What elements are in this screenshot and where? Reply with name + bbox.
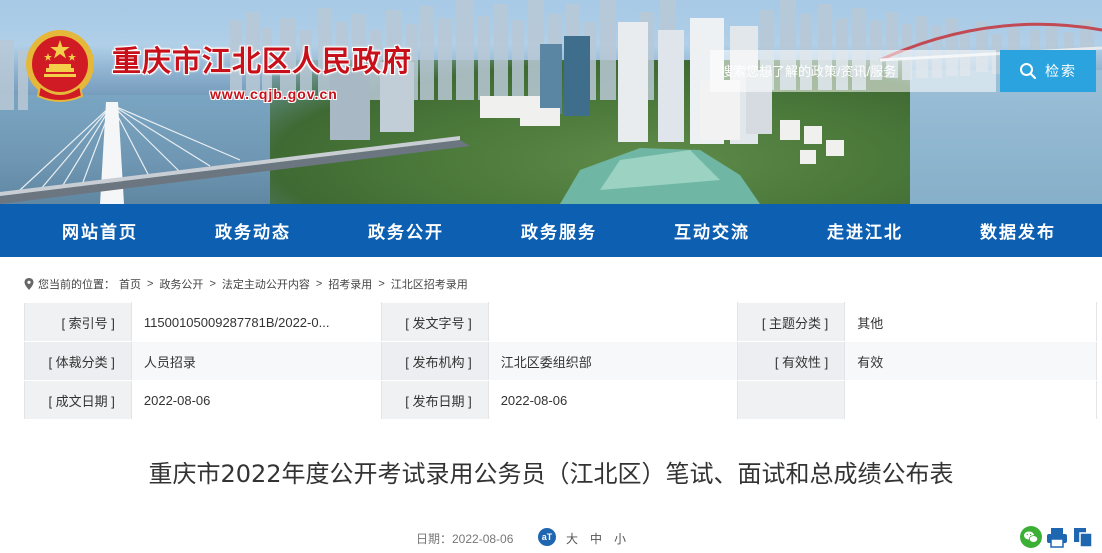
nav-item-open-gov[interactable]: 政务公开 — [368, 218, 444, 243]
empty-value — [844, 380, 1097, 420]
search-icon — [1020, 63, 1037, 80]
font-size-icon: aT — [538, 528, 556, 546]
font-size-medium[interactable]: 中 — [590, 530, 602, 547]
print-icon[interactable] — [1046, 526, 1068, 548]
header-banner: 重庆市江北区人民政府 www.cqjb.gov.cn 检索 — [0, 0, 1102, 204]
index-number-value: 11500105009287781B/2022-0... — [130, 302, 382, 342]
breadcrumb-separator: > — [147, 278, 154, 290]
nav-item-news[interactable]: 政务动态 — [215, 218, 291, 243]
index-number-label: [ 索引号 ] — [24, 302, 132, 342]
empty-label — [737, 380, 846, 420]
search-button[interactable]: 检索 — [1000, 50, 1096, 92]
publisher-label: [ 发布机构 ] — [380, 341, 489, 381]
article-date: 日期：2022-08-06 — [416, 532, 514, 546]
font-size-small[interactable]: 小 — [614, 530, 626, 547]
breadcrumb-prefix: 您当前的位置： — [38, 279, 115, 291]
breadcrumb-item-statutory[interactable]: 法定主动公开内容 — [222, 276, 310, 292]
site-url[interactable]: www.cqjb.gov.cn — [210, 86, 338, 102]
document-info-table: [ 索引号 ] 11500105009287781B/2022-0... [ 发… — [24, 302, 1097, 420]
article-title: 重庆市2022年度公开考试录用公务员（江北区）笔试、面试和总成绩公布表 — [148, 460, 954, 488]
nav-item-interaction[interactable]: 互动交流 — [674, 218, 750, 243]
written-date-value: 2022-08-06 — [130, 380, 382, 420]
nav-item-about-jiangbei[interactable]: 走进江北 — [827, 218, 903, 243]
genre-value: 人员招录 — [130, 341, 382, 381]
article-meta: 日期：2022-08-06 aT 大 中 小 — [0, 528, 1102, 548]
nav-item-data[interactable]: 数据发布 — [980, 218, 1056, 243]
subject-category-value: 其他 — [844, 302, 1097, 342]
city-skyline-illustration — [0, 0, 1102, 204]
site-name[interactable]: 重庆市江北区人民政府 — [112, 38, 412, 80]
breadcrumb-item-open-gov[interactable]: 政务公开 — [159, 276, 203, 292]
national-emblem-icon — [26, 30, 94, 102]
publisher-value: 江北区委组织部 — [487, 341, 739, 381]
validity-label: [ 有效性 ] — [737, 341, 846, 381]
nav-item-services[interactable]: 政务服务 — [521, 218, 597, 243]
breadcrumb: 您当前的位置： 首页 > 政务公开 > 法定主动公开内容 > 招考录用 > 江北… — [24, 276, 468, 292]
font-size-large[interactable]: 大 — [566, 530, 578, 547]
genre-label: [ 体裁分类 ] — [24, 341, 132, 381]
table-row: [ 成文日期 ] 2022-08-06 [ 发布日期 ] 2022-08-06 — [24, 380, 1097, 420]
breadcrumb-separator: > — [209, 278, 216, 290]
wechat-icon[interactable] — [1020, 526, 1042, 548]
search-button-label: 检索 — [1045, 63, 1077, 79]
breadcrumb-item-jiangbei-recruitment[interactable]: 江北区招考录用 — [391, 276, 468, 292]
publish-date-value: 2022-08-06 — [487, 380, 739, 420]
validity-value: 有效 — [844, 341, 1097, 381]
breadcrumb-separator: > — [378, 278, 385, 290]
document-number-label: [ 发文字号 ] — [380, 302, 489, 342]
nav-item-home[interactable]: 网站首页 — [62, 218, 138, 243]
written-date-label: [ 成文日期 ] — [24, 380, 132, 420]
breadcrumb-separator: > — [315, 278, 323, 290]
subject-category-label: [ 主题分类 ] — [737, 302, 846, 342]
search-input[interactable] — [710, 50, 996, 92]
copy-icon[interactable] — [1072, 526, 1094, 548]
publish-date-label: [ 发布日期 ] — [380, 380, 489, 420]
location-pin-icon — [24, 278, 34, 290]
main-nav: 网站首页 政务动态 政务公开 政务服务 互动交流 走进江北 数据发布 — [0, 204, 1102, 257]
table-row: [ 索引号 ] 11500105009287781B/2022-0... [ 发… — [24, 302, 1097, 342]
breadcrumb-item-recruitment[interactable]: 招考录用 — [328, 276, 372, 292]
breadcrumb-item-home[interactable]: 首页 — [119, 276, 141, 292]
document-number-value — [487, 302, 739, 342]
table-row: [ 体裁分类 ] 人员招录 [ 发布机构 ] 江北区委组织部 [ 有效性 ] 有… — [24, 341, 1097, 381]
